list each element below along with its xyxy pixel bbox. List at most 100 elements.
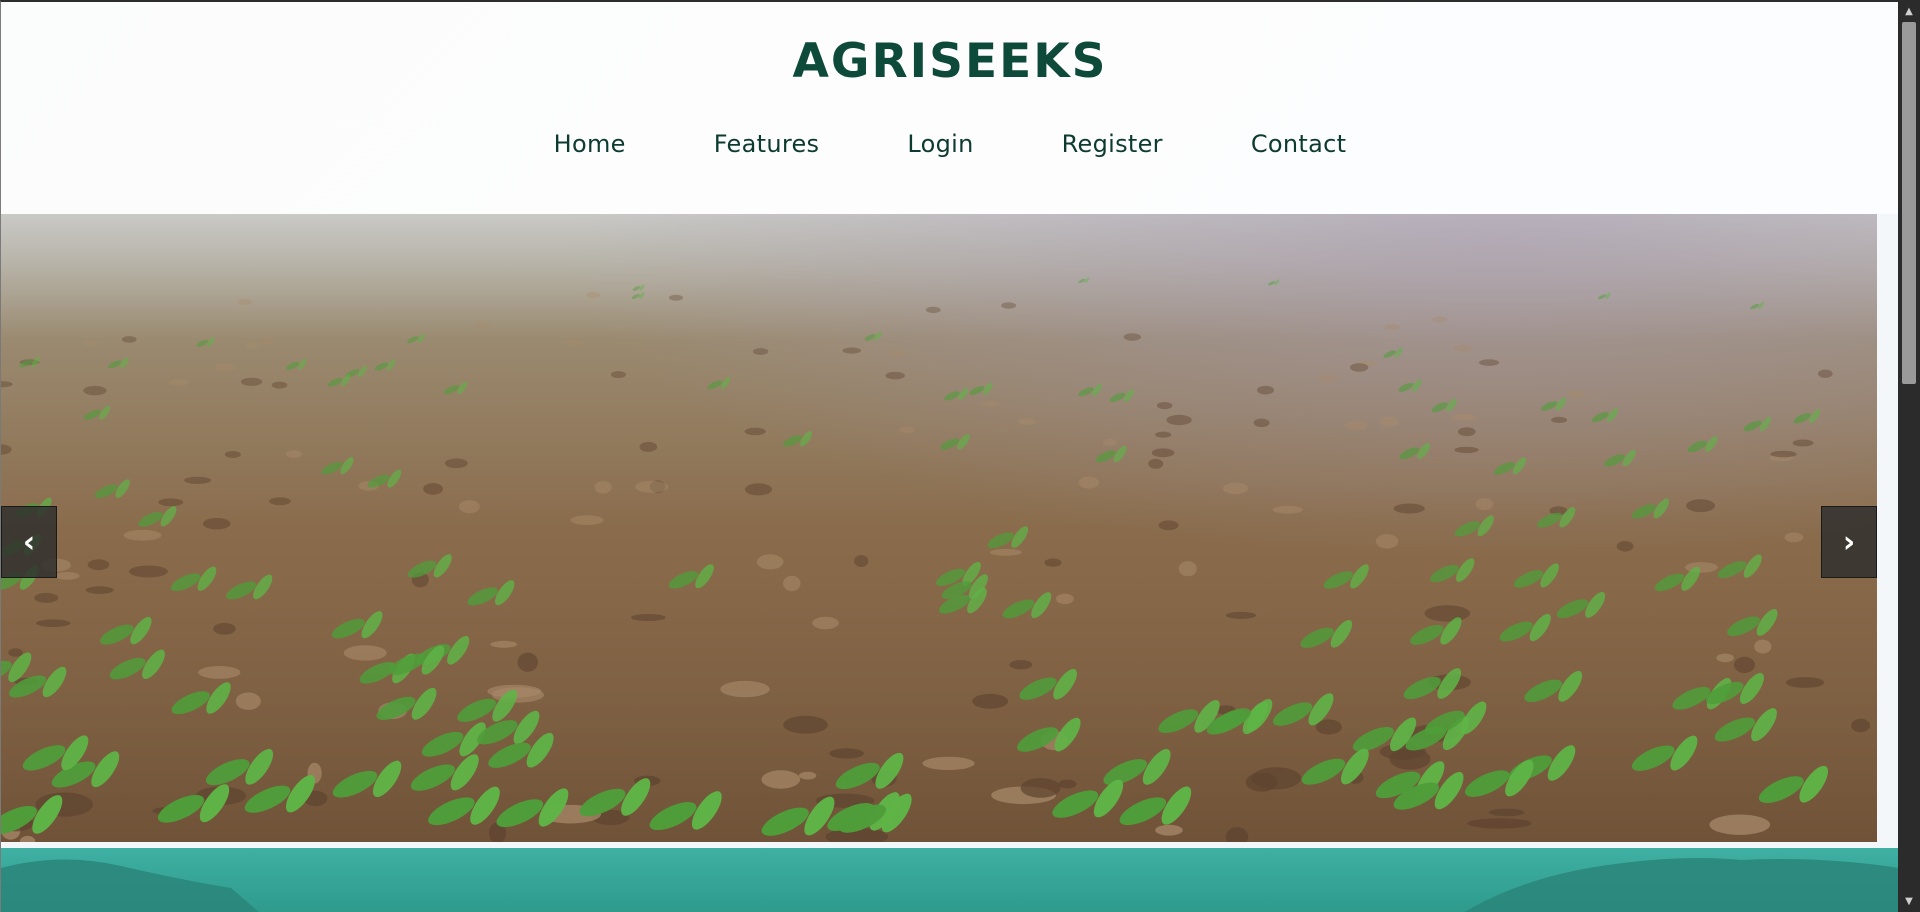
soil-clod <box>1475 498 1494 511</box>
soil-clod <box>630 614 666 621</box>
site-header: AGRISEEKS Home Features Login Register C… <box>1 2 1898 214</box>
soil-clod <box>240 377 263 386</box>
soil-clod <box>982 400 1000 407</box>
soil-clod <box>1078 476 1100 489</box>
soil-clod <box>1009 660 1033 670</box>
soil-clod <box>756 554 784 570</box>
page: AGRISEEKS Home Features Login Register C… <box>0 0 1898 912</box>
soil-clod <box>1166 414 1192 426</box>
soil-clod <box>1784 532 1804 543</box>
soil-clod <box>158 498 184 507</box>
nav-register[interactable]: Register <box>1062 130 1163 158</box>
soil-clod <box>1616 541 1634 552</box>
scroll-up-icon[interactable]: ▲ <box>1898 2 1920 20</box>
nav-features[interactable]: Features <box>714 130 820 158</box>
soil-clod <box>1020 778 1061 798</box>
soil-clod <box>1225 611 1256 619</box>
soil-clod <box>972 693 1009 709</box>
soil-clod <box>829 748 864 759</box>
soil-clod <box>1044 558 1062 567</box>
nav-contact[interactable]: Contact <box>1251 130 1346 158</box>
soil-clod <box>1001 302 1017 309</box>
soil-clod <box>1686 499 1716 513</box>
soil-clod <box>594 481 612 494</box>
soil-clod <box>1257 385 1274 395</box>
hills-banner <box>1 848 1898 912</box>
soil-clod <box>1458 427 1476 437</box>
soil-clod <box>202 518 231 530</box>
soil-clod <box>87 559 110 571</box>
soil-clod <box>1454 446 1479 454</box>
soil-clod <box>123 529 162 541</box>
nav-login[interactable]: Login <box>907 130 973 158</box>
soil-clod <box>889 350 907 357</box>
soil-clod <box>1432 316 1448 323</box>
soil-clod <box>1792 439 1814 447</box>
soil-clod <box>1567 390 1585 399</box>
soil-clod <box>1851 718 1871 733</box>
soil-clod <box>213 622 236 635</box>
soil-clod <box>1818 369 1833 378</box>
hero-image <box>1 214 1877 842</box>
soil-clod <box>1424 605 1471 622</box>
soil-clod <box>885 371 905 380</box>
soil-clod <box>761 770 801 789</box>
chevron-right-icon: › <box>1842 524 1856 560</box>
soil-clod <box>1349 363 1369 372</box>
soil-clod <box>1251 767 1302 790</box>
soil-clod <box>1488 808 1525 817</box>
soil-clod <box>744 483 773 496</box>
soil-clod <box>565 338 582 346</box>
soil-clod <box>989 548 1022 556</box>
soil-clod <box>269 497 291 506</box>
scroll-thumb[interactable] <box>1902 22 1916 384</box>
chevron-left-icon: ‹ <box>22 524 36 560</box>
soil-clod <box>474 321 491 329</box>
soil-clod <box>34 592 59 603</box>
soil-clod <box>922 756 975 771</box>
scroll-down-icon[interactable]: ▼ <box>1898 892 1920 910</box>
soil-clod <box>1754 639 1772 654</box>
soil-clod <box>586 292 601 298</box>
soil-clod <box>1058 779 1077 789</box>
soil-clod <box>36 619 71 627</box>
soil-clod <box>244 341 259 350</box>
soil-clod <box>83 385 107 396</box>
soil-clod <box>635 480 669 493</box>
soil-clod <box>214 363 236 372</box>
soil-clod <box>1223 482 1249 495</box>
soil-clod <box>184 476 212 484</box>
site-logo-title[interactable]: AGRISEEKS <box>1 34 1898 89</box>
carousel-next-button[interactable]: › <box>1821 506 1877 578</box>
soil-clod <box>798 771 817 780</box>
soil-clod <box>237 298 252 306</box>
soil-clod <box>899 426 915 434</box>
soil-clod <box>235 692 261 710</box>
soil-clod <box>54 572 80 580</box>
vertical-scrollbar[interactable]: ▲ ▼ <box>1898 0 1920 912</box>
soil-clod <box>1384 323 1400 331</box>
soil-clod <box>1467 818 1532 829</box>
soil-clod <box>1375 534 1399 549</box>
soil-clod <box>128 565 168 578</box>
soil-clod <box>1786 677 1825 688</box>
soil-clod <box>925 306 941 314</box>
nav-home[interactable]: Home <box>554 130 626 158</box>
soil-clod <box>444 458 468 469</box>
soil-clod <box>1253 418 1270 428</box>
soil-clod <box>1156 402 1173 410</box>
main-nav: Home Features Login Register Contact <box>1 130 1898 158</box>
soil-clod <box>1272 505 1303 514</box>
carousel-prev-button[interactable]: ‹ <box>1 506 57 578</box>
soil-clod <box>720 680 770 698</box>
soil-clod <box>1155 431 1172 438</box>
soil-clod <box>343 645 387 661</box>
soil-clod <box>570 515 604 525</box>
soil-clod <box>1551 416 1568 423</box>
soil-clod <box>121 336 137 343</box>
soil-clod <box>842 347 861 354</box>
soil-clod <box>1453 413 1476 421</box>
soil-clod <box>1345 421 1368 430</box>
soil-clod <box>1148 458 1164 469</box>
soil-clod <box>1123 333 1142 341</box>
